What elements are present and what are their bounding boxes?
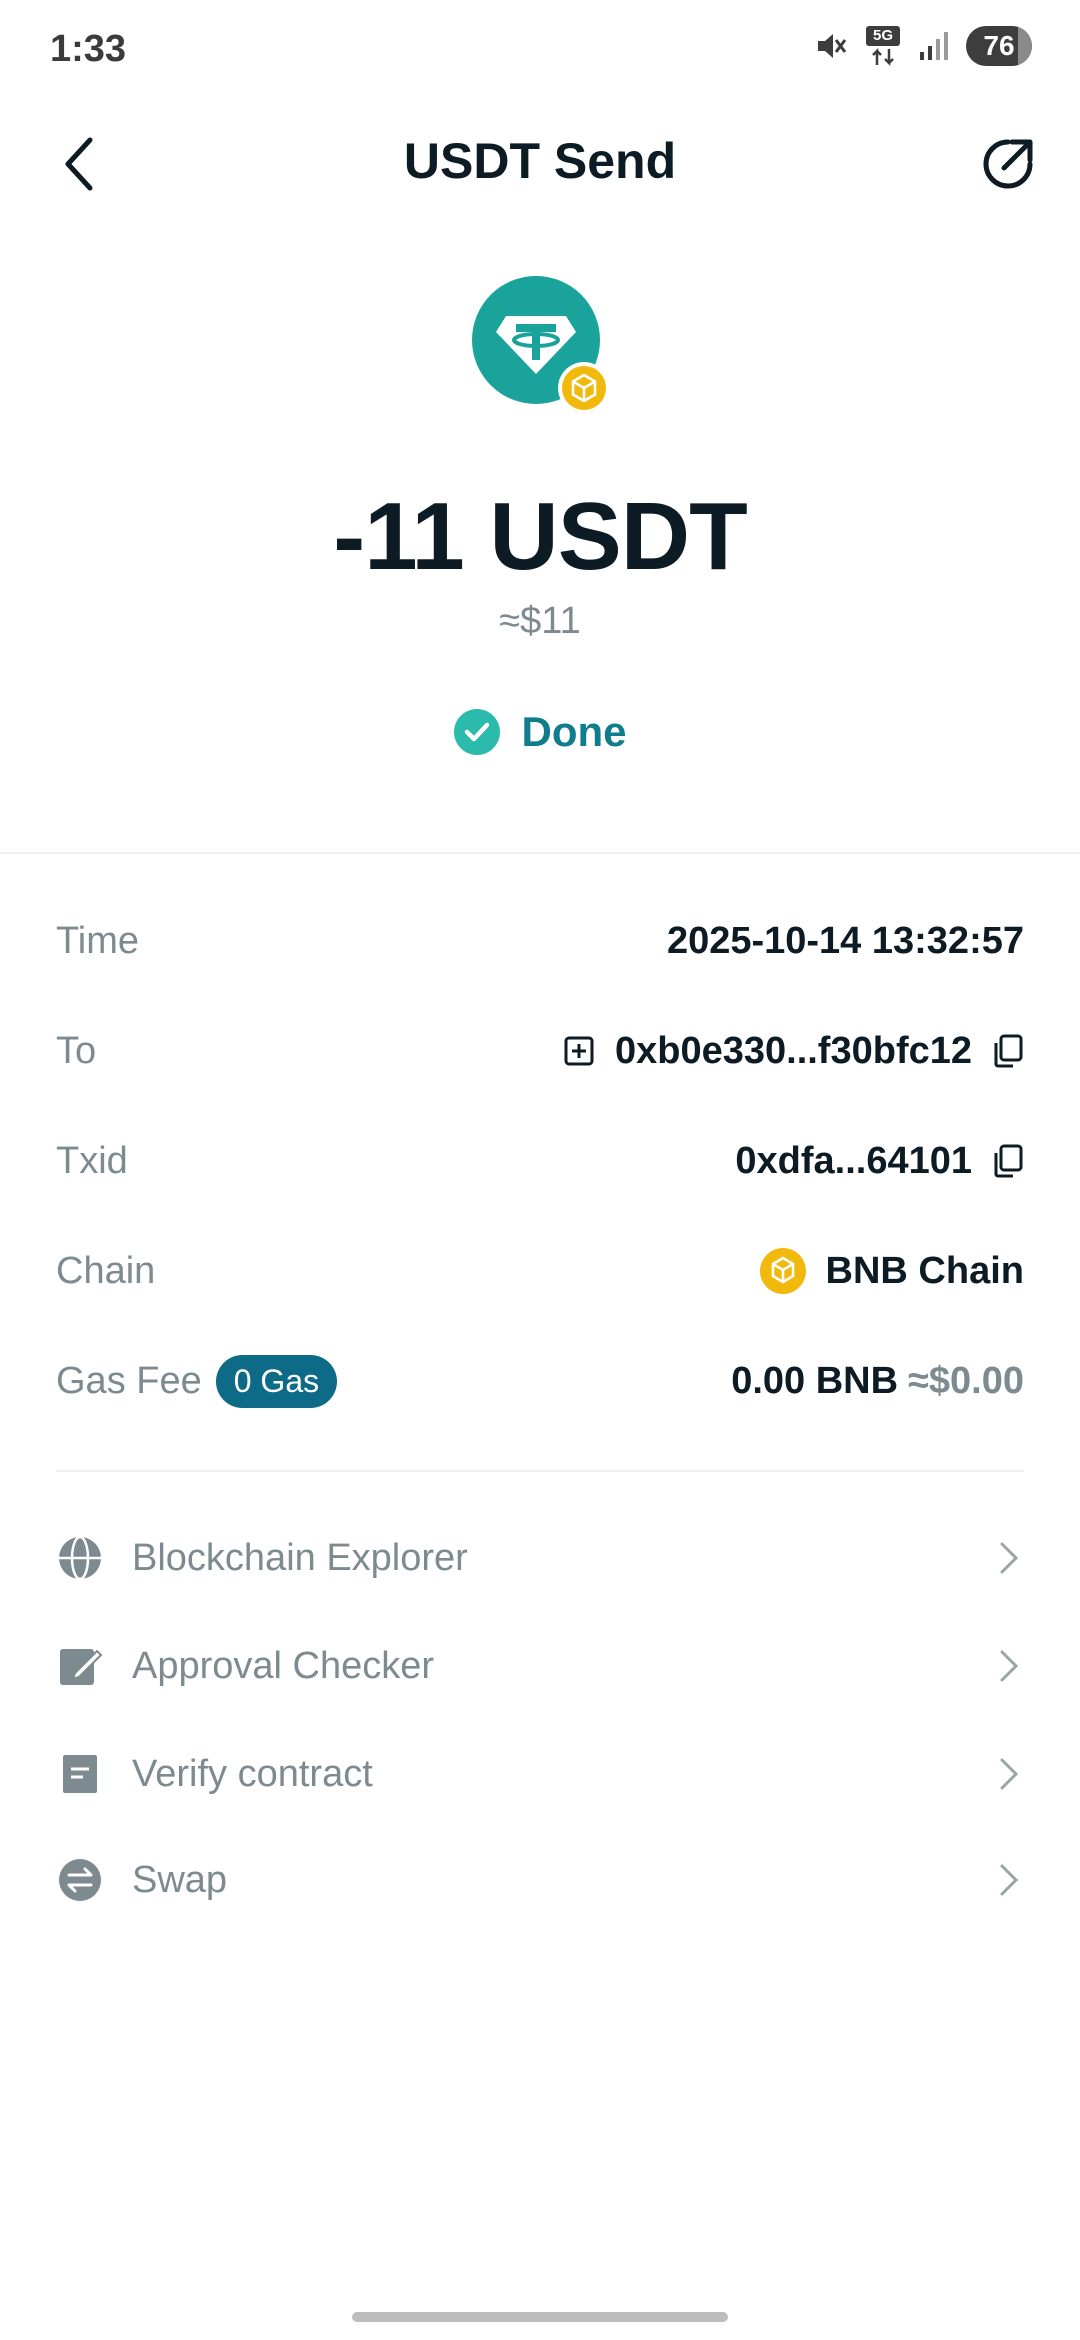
page-title: USDT Send [403, 133, 677, 189]
action-label: Swap [132, 1858, 228, 1901]
transaction-fiat-value: ≈$11 [499, 600, 581, 642]
bnb-chain-badge-icon [558, 362, 610, 414]
share-button[interactable] [966, 122, 1050, 206]
chevron-right-icon [994, 1646, 1024, 1686]
txid-label: Txid [56, 1139, 128, 1182]
chevron-right-icon [994, 1754, 1024, 1794]
network-indicator: 5G [866, 26, 900, 67]
chain-value: BNB Chain [825, 1249, 1024, 1292]
document-icon [56, 1750, 104, 1798]
txid-value-group: 0xdfa...64101 [735, 1140, 1024, 1183]
time-row: Time 2025-10-14 13:32:57 [56, 906, 1024, 976]
swap-item[interactable]: Swap [56, 1840, 1024, 1920]
verify-contract-item[interactable]: Verify contract [56, 1734, 1024, 1814]
transaction-amount: -11 USDT [333, 483, 747, 590]
header: USDT Send [0, 110, 1080, 230]
time-value: 2025-10-14 13:32:57 [666, 919, 1024, 962]
gas-badge: 0 Gas [215, 1354, 338, 1408]
to-row: To 0xb0e330...f30bfc12 [56, 1016, 1024, 1086]
to-value-group: 0xb0e330...f30bfc12 [563, 1030, 1024, 1073]
approval-checker-item[interactable]: Approval Checker [56, 1626, 1024, 1706]
list-divider [56, 1470, 1024, 1472]
txid-value: 0xdfa...64101 [735, 1139, 972, 1182]
swap-icon [56, 1856, 104, 1904]
gas-fee-value-group: 0.00 BNB ≈$0.00 [731, 1360, 1024, 1403]
chain-label: Chain [56, 1249, 156, 1292]
status-icons: 5G 76 [814, 26, 1032, 67]
add-contact-button[interactable] [563, 1035, 595, 1067]
section-divider [0, 852, 1080, 854]
chain-value-group: BNB Chain [759, 1248, 1024, 1294]
gas-fee-fiat: ≈$0.00 [908, 1359, 1024, 1402]
signal-icon [920, 32, 948, 60]
action-label: Blockchain Explorer [132, 1536, 468, 1579]
copy-txid-button[interactable] [992, 1144, 1024, 1178]
globe-icon [56, 1534, 104, 1582]
copy-icon [994, 1144, 1023, 1178]
battery-level: 76 [983, 30, 1015, 61]
chevron-right-icon [994, 1860, 1024, 1900]
time-label: Time [56, 919, 140, 962]
status-time: 1:33 [50, 28, 127, 70]
gas-fee-label-group: Gas Fee 0 Gas [56, 1354, 338, 1408]
add-contact-icon [564, 1036, 594, 1066]
to-address: 0xb0e330...f30bfc12 [614, 1029, 972, 1072]
transaction-status: Done [0, 708, 1080, 756]
chain-row: Chain BNB Chain [56, 1236, 1024, 1306]
status-bar: 1:33 5G 76 [0, 0, 1080, 100]
home-indicator[interactable] [352, 2312, 728, 2322]
bnb-chain-icon [759, 1248, 806, 1294]
share-icon [983, 139, 1033, 189]
battery-indicator: 76 [966, 26, 1032, 66]
data-arrows-icon [872, 47, 894, 67]
approval-icon [56, 1642, 104, 1690]
copy-address-button[interactable] [992, 1034, 1024, 1068]
copy-icon [994, 1034, 1023, 1068]
blockchain-explorer-item[interactable]: Blockchain Explorer [56, 1518, 1024, 1598]
action-label: Verify contract [132, 1752, 373, 1795]
status-text: Done [521, 708, 627, 755]
gas-fee-row: Gas Fee 0 Gas 0.00 BNB ≈$0.00 [56, 1346, 1024, 1416]
check-circle-icon [453, 709, 500, 755]
gas-fee-label: Gas Fee [56, 1359, 202, 1402]
mute-icon [818, 34, 847, 58]
action-label: Approval Checker [132, 1644, 435, 1687]
chevron-right-icon [994, 1538, 1024, 1578]
screen: 1:33 5G 76 USDT Send -11 USDT ≈$11 Done … [0, 0, 1080, 2340]
to-label: To [56, 1029, 97, 1072]
network-label: 5G [866, 26, 900, 46]
txid-row: Txid 0xdfa...64101 [56, 1126, 1024, 1196]
gas-fee-value: 0.00 BNB [731, 1359, 899, 1402]
